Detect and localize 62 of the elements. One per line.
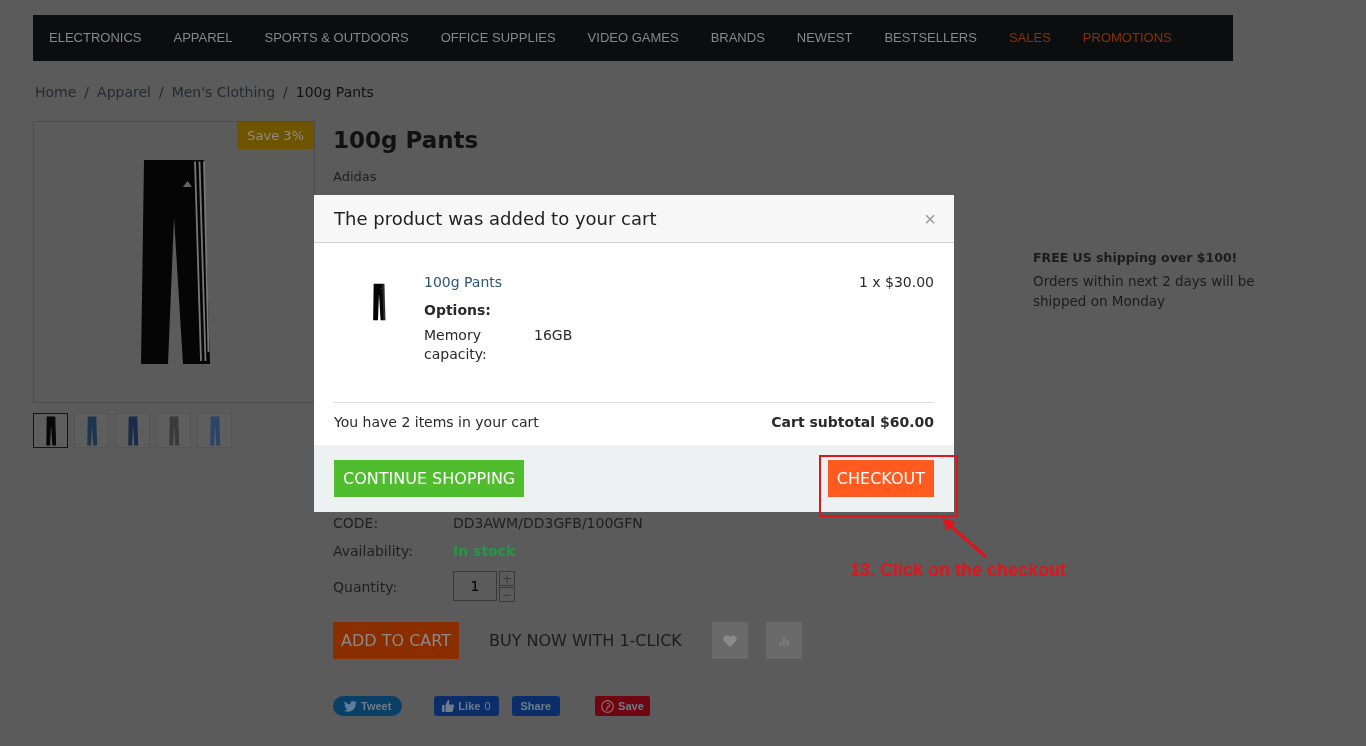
cart-subtotal: Cart subtotal $60.00 bbox=[771, 414, 934, 430]
nav-link[interactable]: APPAREL bbox=[157, 15, 249, 61]
decrement-button[interactable]: − bbox=[499, 587, 515, 602]
quantity-field[interactable]: 1 bbox=[453, 571, 497, 601]
nav-link[interactable]: SPORTS & OUTDOORS bbox=[248, 15, 425, 61]
pinterest-icon bbox=[601, 699, 615, 713]
pants-thumbnail-icon bbox=[43, 415, 58, 446]
breadcrumb-current: 100g Pants bbox=[295, 84, 374, 102]
close-button[interactable]: × bbox=[924, 208, 936, 229]
breadcrumb-separator: / bbox=[84, 84, 90, 102]
option-value: 16GB bbox=[534, 326, 574, 345]
nav-link[interactable]: ELECTRONICS bbox=[33, 15, 158, 61]
pants-thumbnail-icon bbox=[125, 415, 140, 446]
thumbnail[interactable] bbox=[197, 413, 232, 448]
pointer-arrow bbox=[940, 517, 988, 559]
thumbnail[interactable] bbox=[156, 413, 191, 448]
compare-button[interactable] bbox=[765, 622, 802, 659]
cart-count-text: You have 2 items in your cart bbox=[334, 414, 539, 430]
shipping-text: Orders within next 2 days will be shipped on Monday bbox=[1033, 272, 1256, 311]
option-name: Memory capacity: bbox=[424, 326, 488, 364]
pinterest-button[interactable]: Save bbox=[595, 696, 650, 716]
thumbs-up-icon bbox=[442, 700, 455, 712]
breadcrumb-separator: / bbox=[158, 84, 164, 102]
nav-link[interactable]: OFFICE SUPPLIES bbox=[424, 15, 572, 61]
nav-link[interactable]: VIDEO GAMES bbox=[571, 15, 695, 61]
continue-shopping-button[interactable]: CONTINUE SHOPPING bbox=[334, 460, 525, 497]
pants-thumbnail-icon bbox=[207, 415, 222, 446]
like-button[interactable]: Like 0 bbox=[434, 696, 499, 716]
nav-link[interactable]: BESTSELLERS bbox=[868, 15, 993, 61]
breadcrumb-separator: / bbox=[283, 84, 288, 102]
checkout-button[interactable]: CHECKOUT bbox=[827, 460, 934, 497]
stock-status: In stock bbox=[453, 543, 517, 559]
detail-label: CODE: bbox=[333, 515, 380, 531]
product-title: 100g Pants bbox=[333, 126, 480, 155]
discount-badge: Save 3% bbox=[237, 122, 314, 149]
pants-thumbnail-icon bbox=[84, 415, 99, 446]
share-button[interactable]: Share bbox=[511, 696, 561, 716]
pants-thumbnail-icon bbox=[166, 415, 181, 446]
annotation-text: 13. Click on the checkout bbox=[850, 560, 1067, 581]
thumbnail[interactable] bbox=[33, 413, 68, 448]
detail-label: Availability: bbox=[333, 543, 414, 559]
nav-link[interactable]: BRANDS bbox=[694, 15, 781, 61]
nav-link[interactable]: SALES bbox=[992, 15, 1067, 61]
thumbnail[interactable] bbox=[115, 413, 150, 448]
dialog-title: The product was added to your cart bbox=[334, 208, 657, 229]
thumbnail[interactable] bbox=[74, 413, 109, 448]
item-price: 1 x $30.00 bbox=[858, 274, 934, 292]
shipping-headline: FREE US shipping over $100! bbox=[1033, 249, 1238, 267]
heart-icon bbox=[722, 634, 737, 647]
options-label: Options: bbox=[424, 302, 492, 318]
twitter-button[interactable]: Tweet bbox=[333, 696, 403, 716]
wishlist-button[interactable] bbox=[711, 622, 748, 659]
nav-link[interactable]: NEWEST bbox=[780, 15, 869, 61]
bird-icon bbox=[344, 700, 357, 712]
nav-link[interactable]: PROMOTIONS bbox=[1066, 15, 1188, 61]
detail-value: DD3AWM/DD3GFB/100GFN bbox=[453, 515, 644, 531]
increment-button[interactable]: + bbox=[499, 571, 515, 586]
brand-name: Adidas bbox=[333, 169, 378, 184]
add-to-cart-button[interactable]: ADD TO CART bbox=[333, 622, 459, 659]
buy-now-button[interactable]: BUY NOW WITH 1-CLICK bbox=[480, 631, 690, 650]
quantity-label: Quantity: bbox=[333, 578, 399, 595]
product-link[interactable]: 100g Pants bbox=[424, 274, 859, 290]
